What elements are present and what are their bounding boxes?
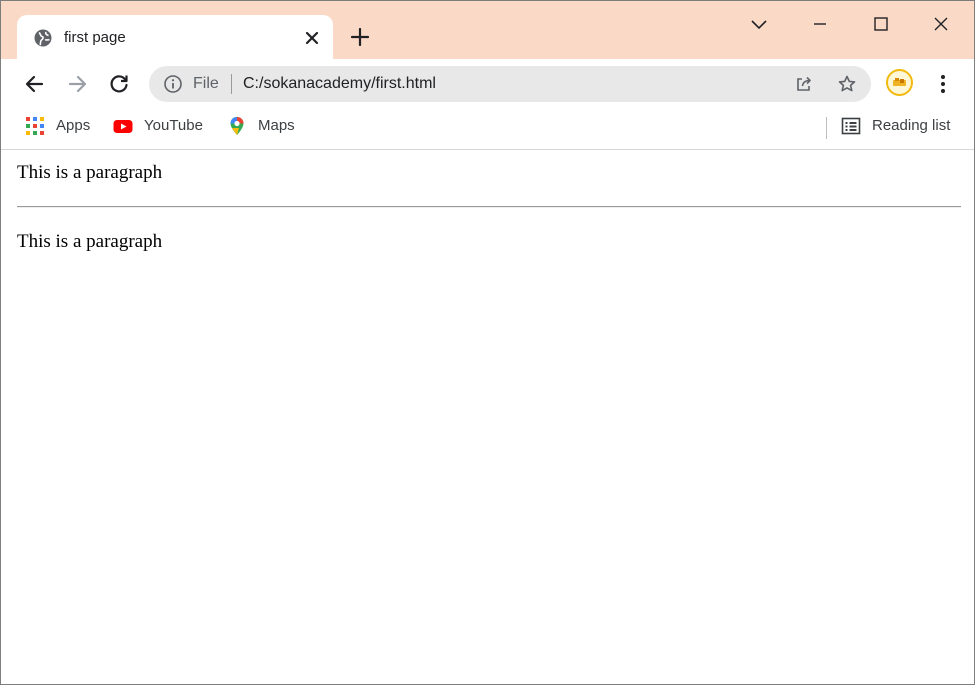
maps-pin-icon — [230, 117, 244, 135]
close-tab-icon[interactable] — [302, 28, 322, 48]
reload-icon[interactable] — [106, 71, 132, 97]
reading-list-icon — [841, 117, 861, 135]
browser-window: first page File C:/sokanacademy/first.ht… — [0, 0, 975, 685]
url-scheme-label: File — [193, 75, 219, 92]
page-content: This is a paragraph This is a paragraph — [1, 150, 974, 684]
bookmark-label: Apps — [56, 117, 91, 134]
maximize-icon[interactable] — [868, 11, 894, 37]
address-separator — [231, 74, 232, 94]
globe-icon — [34, 29, 52, 47]
tab-strip: first page — [1, 1, 974, 59]
bookmark-star-icon[interactable] — [837, 74, 857, 94]
url-text[interactable]: C:/sokanacademy/first.html — [243, 74, 436, 94]
share-icon[interactable] — [794, 74, 814, 94]
forward-arrow-icon[interactable] — [64, 71, 90, 97]
apps-grid-icon — [26, 117, 44, 135]
minimize-icon[interactable] — [807, 11, 833, 37]
bookmark-label: YouTube — [144, 117, 203, 134]
more-menu-icon[interactable] — [931, 71, 955, 97]
back-arrow-icon[interactable] — [22, 71, 48, 97]
tab-first-page[interactable]: first page — [17, 15, 333, 59]
paragraph: This is a paragraph — [17, 231, 163, 252]
toolbar: File C:/sokanacademy/first.html — [1, 59, 974, 107]
address-bar[interactable]: File C:/sokanacademy/first.html — [149, 66, 871, 102]
profile-avatar[interactable] — [886, 69, 913, 96]
tab-title: first page — [64, 29, 126, 46]
info-icon[interactable] — [163, 74, 183, 94]
bookmarks-divider — [826, 117, 827, 139]
paragraph: This is a paragraph — [17, 162, 163, 183]
horizontal-rule — [17, 206, 961, 208]
new-tab-icon[interactable] — [349, 26, 371, 48]
profile-picture-icon — [893, 78, 906, 86]
reading-list-label: Reading list — [872, 117, 951, 134]
close-window-icon[interactable] — [928, 11, 954, 37]
bookmark-label: Maps — [258, 117, 295, 134]
bookmarks-bar: Apps YouTube Maps Reading list — [1, 107, 974, 150]
youtube-icon — [113, 120, 133, 133]
tab-search-chevron-icon[interactable] — [746, 11, 772, 37]
